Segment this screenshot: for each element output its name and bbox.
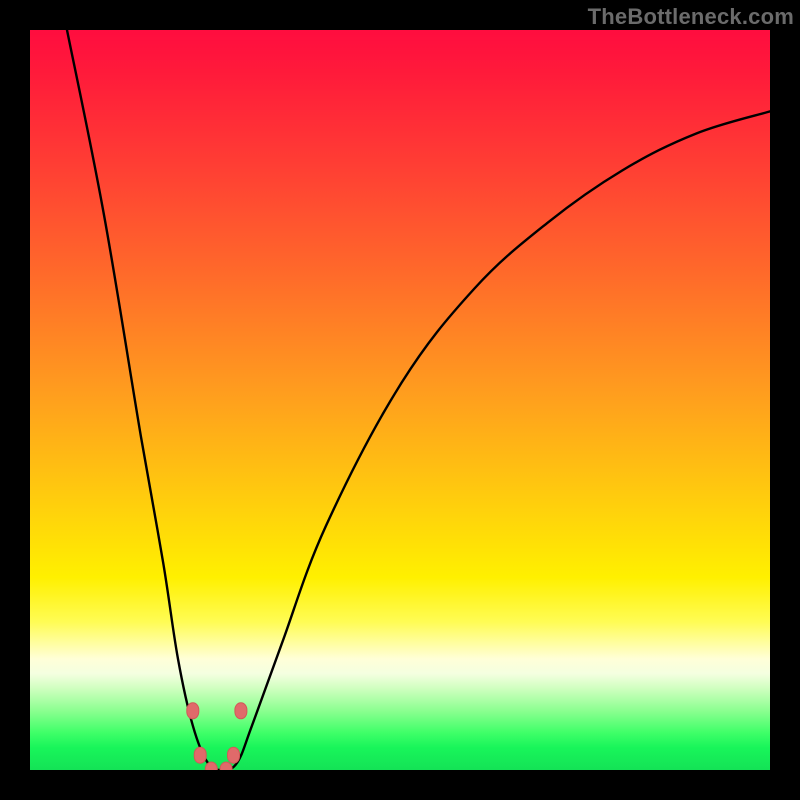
curve-marker — [194, 747, 206, 763]
chart-stage: TheBottleneck.com — [0, 0, 800, 800]
curve-marker — [235, 703, 247, 719]
curve-marker — [220, 762, 232, 770]
curve-marker — [228, 747, 240, 763]
bottleneck-curve — [67, 30, 770, 770]
watermark-text: TheBottleneck.com — [588, 4, 794, 30]
curve-svg — [30, 30, 770, 770]
plot-area — [30, 30, 770, 770]
curve-marker — [187, 703, 199, 719]
